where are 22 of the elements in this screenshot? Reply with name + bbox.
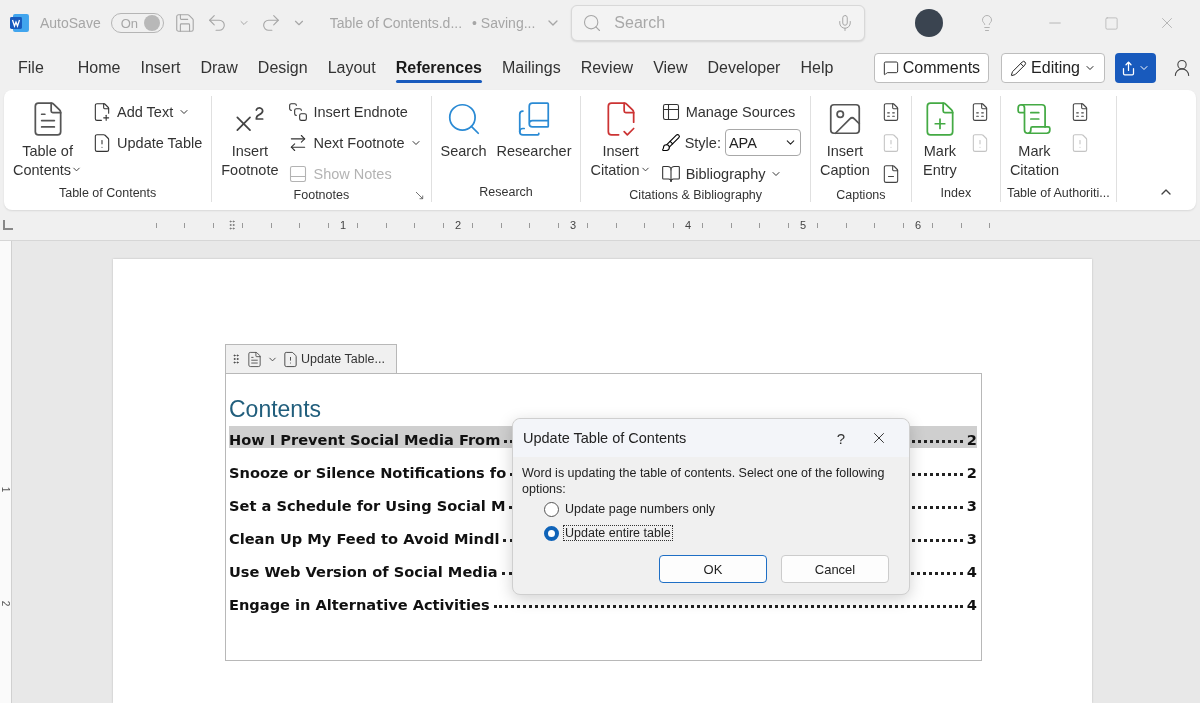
- group-label: Table of Contents: [58, 185, 157, 200]
- group-label: Research: [479, 185, 533, 199]
- ruler-number: 4: [683, 219, 693, 231]
- group-label: Captions: [836, 187, 886, 202]
- ruler-number: 1: [0, 486, 11, 493]
- ruler-number: 6: [913, 219, 923, 231]
- group-label: Citations & Bibliography: [629, 187, 763, 202]
- ruler-number: 2: [453, 219, 463, 231]
- ruler-number: 5: [798, 219, 808, 231]
- autosave-label: AutoSave: [39, 15, 101, 31]
- ruler-number: 2: [0, 600, 11, 607]
- save-status: • Saving...: [472, 15, 536, 31]
- group-label: Footnotes: [293, 187, 350, 202]
- group-label: Table of Authoriti...: [1006, 185, 1110, 200]
- document-title: Table of Contents.d...: [329, 15, 463, 31]
- ruler-number: 1: [338, 219, 348, 231]
- ruler-number: 3: [568, 219, 578, 231]
- style-label: Style:: [684, 134, 721, 151]
- toc-heading: Contents: [229, 396, 323, 423]
- dialog-message: Word is updating the table of contents. Select one of the following options:: [522, 465, 886, 497]
- dialog-title: Update Table of Contents: [523, 430, 688, 446]
- group-label: Index: [940, 185, 972, 200]
